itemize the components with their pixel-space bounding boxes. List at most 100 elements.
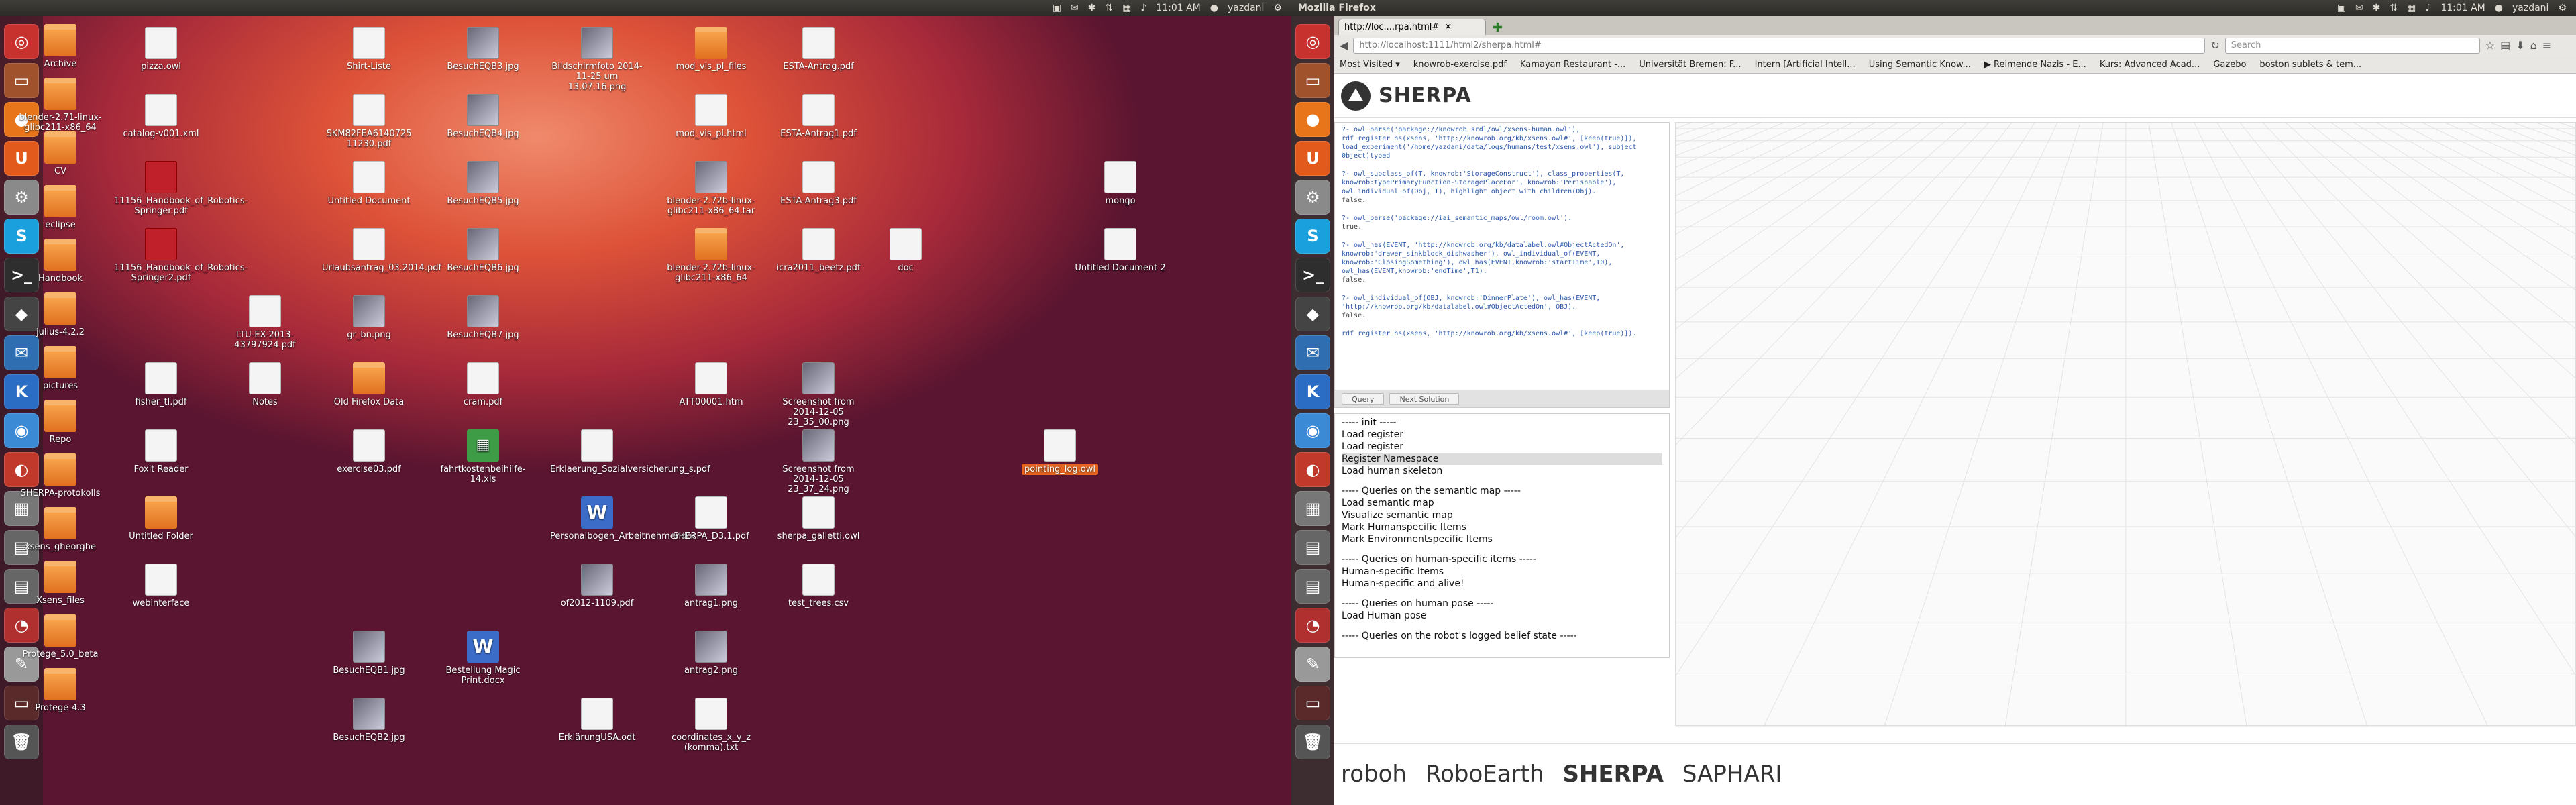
desktop-icon[interactable]: of2012-1109.pdf bbox=[550, 564, 644, 608]
query-list-item[interactable]: Load human skeleton bbox=[1342, 465, 1662, 477]
query-list-item[interactable]: ----- Queries on human pose ----- bbox=[1342, 598, 1662, 610]
desktop-icon[interactable]: 11156_Handbook_of_Robotics-Springer2.pdf bbox=[114, 228, 248, 283]
desktop-icon[interactable]: blender-2.72b-linux-glibc211-x86_64 bbox=[664, 228, 758, 283]
mail-icon[interactable]: ✉ bbox=[2355, 3, 2363, 13]
desktop-icon[interactable]: julius-4.2.2 bbox=[13, 292, 107, 337]
clock[interactable]: 11:01 AM bbox=[1156, 3, 1200, 13]
editor-icon[interactable]: ✎ bbox=[1295, 647, 1330, 682]
desktop-icon[interactable]: Xsens_files bbox=[13, 561, 107, 606]
desktop-icon[interactable]: mod_vis_pl_files bbox=[664, 27, 758, 72]
desktop-icon[interactable]: ▦ fahrtkostenbeihilfe-14.xls bbox=[436, 429, 530, 484]
desktop-icon[interactable]: eclipse bbox=[13, 185, 107, 230]
query-list-item[interactable]: Register Namespace bbox=[1342, 453, 1662, 465]
back-icon[interactable]: ◀ bbox=[1340, 39, 1348, 52]
desktop-icon[interactable]: catalog-v001.xml bbox=[114, 94, 208, 139]
desktop-icon[interactable]: cram.pdf bbox=[436, 362, 530, 407]
query-list-item[interactable]: Load semantic map bbox=[1342, 497, 1662, 509]
skype-icon[interactable]: S bbox=[1295, 219, 1330, 254]
desktop-icon[interactable]: ErklärungUSA.odt bbox=[550, 698, 644, 743]
terminal-icon[interactable]: >_ bbox=[1295, 258, 1330, 292]
query-editor[interactable]: ?- owl_parse('package://knowrob_srdl/owl… bbox=[1334, 122, 1670, 390]
disk-icon[interactable]: ▤ bbox=[1295, 530, 1330, 565]
query-library-list[interactable]: ----- init ----- Load register Load regist… bbox=[1334, 413, 1670, 658]
bookmark-item[interactable]: boston sublets & tem... bbox=[2259, 60, 2361, 70]
firefox-icon[interactable]: ● bbox=[1295, 102, 1330, 137]
kde-icon[interactable]: K bbox=[1295, 374, 1330, 409]
desktop-icon[interactable]: W Bestellung Magic Print.docx bbox=[436, 631, 530, 686]
desktop-icon[interactable]: ATT00001.htm bbox=[664, 362, 758, 407]
bookmark-item[interactable]: Kurs: Advanced Acad... bbox=[2100, 60, 2200, 70]
query-list-item[interactable]: Load register bbox=[1342, 429, 1662, 441]
desktop-icon[interactable]: Urlaubsantrag_03.2014.pdf bbox=[322, 228, 441, 273]
desktop-icon[interactable]: CV bbox=[13, 131, 107, 176]
desktop-icon[interactable]: SKM82FEA6140725 11230.pdf bbox=[322, 94, 416, 149]
desktop-icon[interactable]: xsens_gheorghe bbox=[13, 507, 107, 552]
browser-tab[interactable]: http://loc....rpa.html# ✕ bbox=[1338, 19, 1486, 35]
volume-icon[interactable]: ♪ bbox=[1140, 3, 1146, 13]
desktop-icon[interactable]: ESTA-Antrag.pdf bbox=[771, 27, 865, 72]
bookmark-item[interactable]: Using Semantic Know... bbox=[1869, 60, 1971, 70]
desktop-icon[interactable]: ESTA-Antrag3.pdf bbox=[771, 161, 865, 206]
keyboard-icon[interactable]: ▦ bbox=[2407, 3, 2416, 13]
query-list-item[interactable]: ----- Queries on the robot's logged beli… bbox=[1342, 630, 1662, 642]
desktop-icon[interactable]: BesuchEQB1.jpg bbox=[322, 631, 416, 676]
desktop-icon[interactable]: SHERPA_D3.1.pdf bbox=[664, 496, 758, 541]
query-list-item[interactable]: Human-specific and alive! bbox=[1342, 578, 1662, 590]
volume-icon[interactable]: ♪ bbox=[2425, 3, 2431, 13]
query-list-item[interactable]: Mark Environmentspecific Items bbox=[1342, 533, 1662, 545]
query-list-item[interactable]: Visualize semantic map bbox=[1342, 509, 1662, 521]
query-list-item[interactable]: Human-specific Items bbox=[1342, 566, 1662, 578]
desktop-icon[interactable]: Untitled Document bbox=[322, 161, 416, 206]
desktop-icon[interactable]: mod_vis_pl.html bbox=[664, 94, 758, 139]
desktop-icon[interactable]: BesuchEQB3.jpg bbox=[436, 27, 530, 72]
bluetooth-icon[interactable]: ✱ bbox=[1088, 3, 1096, 13]
home-icon[interactable]: ⌂ bbox=[2530, 39, 2537, 52]
desktop-icon[interactable]: antrag2.png bbox=[664, 631, 758, 676]
bookmark-item[interactable]: knowrob-exercise.pdf bbox=[1413, 60, 1507, 70]
gear-icon[interactable]: ⚙ bbox=[1273, 3, 1282, 13]
dark-app-icon[interactable]: ◆ bbox=[1295, 297, 1330, 331]
desktop-icon[interactable]: W Personalbogen_Arbeitnehmer.doc bbox=[550, 496, 696, 541]
desktop-icon[interactable]: Foxit Reader bbox=[114, 429, 208, 474]
ubuntu-one-icon[interactable]: U bbox=[1295, 141, 1330, 176]
query-list-item[interactable]: Load register bbox=[1342, 441, 1662, 453]
query-list-item[interactable]: ----- Queries on the semantic map ----- bbox=[1342, 485, 1662, 497]
desktop-icon[interactable]: pictures bbox=[13, 346, 107, 391]
query-list-item[interactable] bbox=[1342, 590, 1662, 598]
bookmarks-icon[interactable]: ▤ bbox=[2500, 39, 2510, 52]
trash-icon[interactable]: 🗑 bbox=[4, 724, 39, 759]
username[interactable]: yazdani bbox=[2512, 3, 2548, 13]
download-icon[interactable]: ⬇ bbox=[2516, 39, 2524, 52]
desktop-icon[interactable]: blender-2.72b-linux-glibc211-x86_64.tar bbox=[664, 161, 758, 216]
trash-icon[interactable]: 🗑 bbox=[1295, 724, 1330, 759]
desktop-icon[interactable]: 11156_Handbook_of_Robotics-Springer.pdf bbox=[114, 161, 248, 216]
desktop-icon[interactable]: Bildschirmfoto 2014-11-25 um 13.07.16.pn… bbox=[550, 27, 644, 92]
ubuntu-dash-icon[interactable]: ◎ bbox=[1295, 24, 1330, 59]
star-icon[interactable]: ☆ bbox=[2485, 39, 2495, 52]
desktop-icon[interactable]: antrag1.png bbox=[664, 564, 758, 608]
keyboard-icon[interactable]: ▦ bbox=[1122, 3, 1131, 13]
3d-canvas[interactable] bbox=[0, 122, 2576, 727]
desktop-icon[interactable]: Untitled Document 2 bbox=[1073, 228, 1167, 273]
desktop-icon[interactable]: test_trees.csv bbox=[771, 564, 865, 608]
bookmark-item[interactable]: Kamayan Restaurant -... bbox=[1520, 60, 1625, 70]
query-list-item[interactable]: Mark Humanspecific Items bbox=[1342, 521, 1662, 533]
query-button[interactable]: Query bbox=[1342, 393, 1385, 405]
desktop-icon[interactable]: Protege_5.0_beta bbox=[13, 614, 107, 659]
network-icon[interactable]: ⇅ bbox=[1105, 3, 1113, 13]
menu-icon[interactable]: ≡ bbox=[2542, 39, 2551, 52]
bluetooth-icon[interactable]: ✱ bbox=[2373, 3, 2381, 13]
username[interactable]: yazdani bbox=[1228, 3, 1264, 13]
url-bar[interactable]: http://localhost:1111/html2/sherpa.html# bbox=[1353, 37, 2206, 54]
mail-icon[interactable]: ✉ bbox=[1071, 3, 1079, 13]
chromium-icon[interactable]: ◉ bbox=[1295, 413, 1330, 448]
desktop-icon[interactable]: Screenshot from 2014-12-05 23_35_00.png bbox=[771, 362, 865, 427]
thunderbird-icon[interactable]: ✉ bbox=[1295, 335, 1330, 370]
bookmark-item[interactable]: Most Visited ▾ bbox=[1340, 60, 1400, 70]
desktop-icon[interactable]: doc bbox=[859, 228, 953, 273]
query-list-item[interactable]: ----- Queries on human-specific items --… bbox=[1342, 553, 1662, 566]
bookmark-item[interactable]: Universität Bremen: F... bbox=[1639, 60, 1741, 70]
desktop-icon[interactable]: Repo bbox=[13, 400, 107, 445]
desktop-icon[interactable]: fisher_tl.pdf bbox=[114, 362, 208, 407]
desktop-icon[interactable]: Notes bbox=[218, 362, 312, 407]
